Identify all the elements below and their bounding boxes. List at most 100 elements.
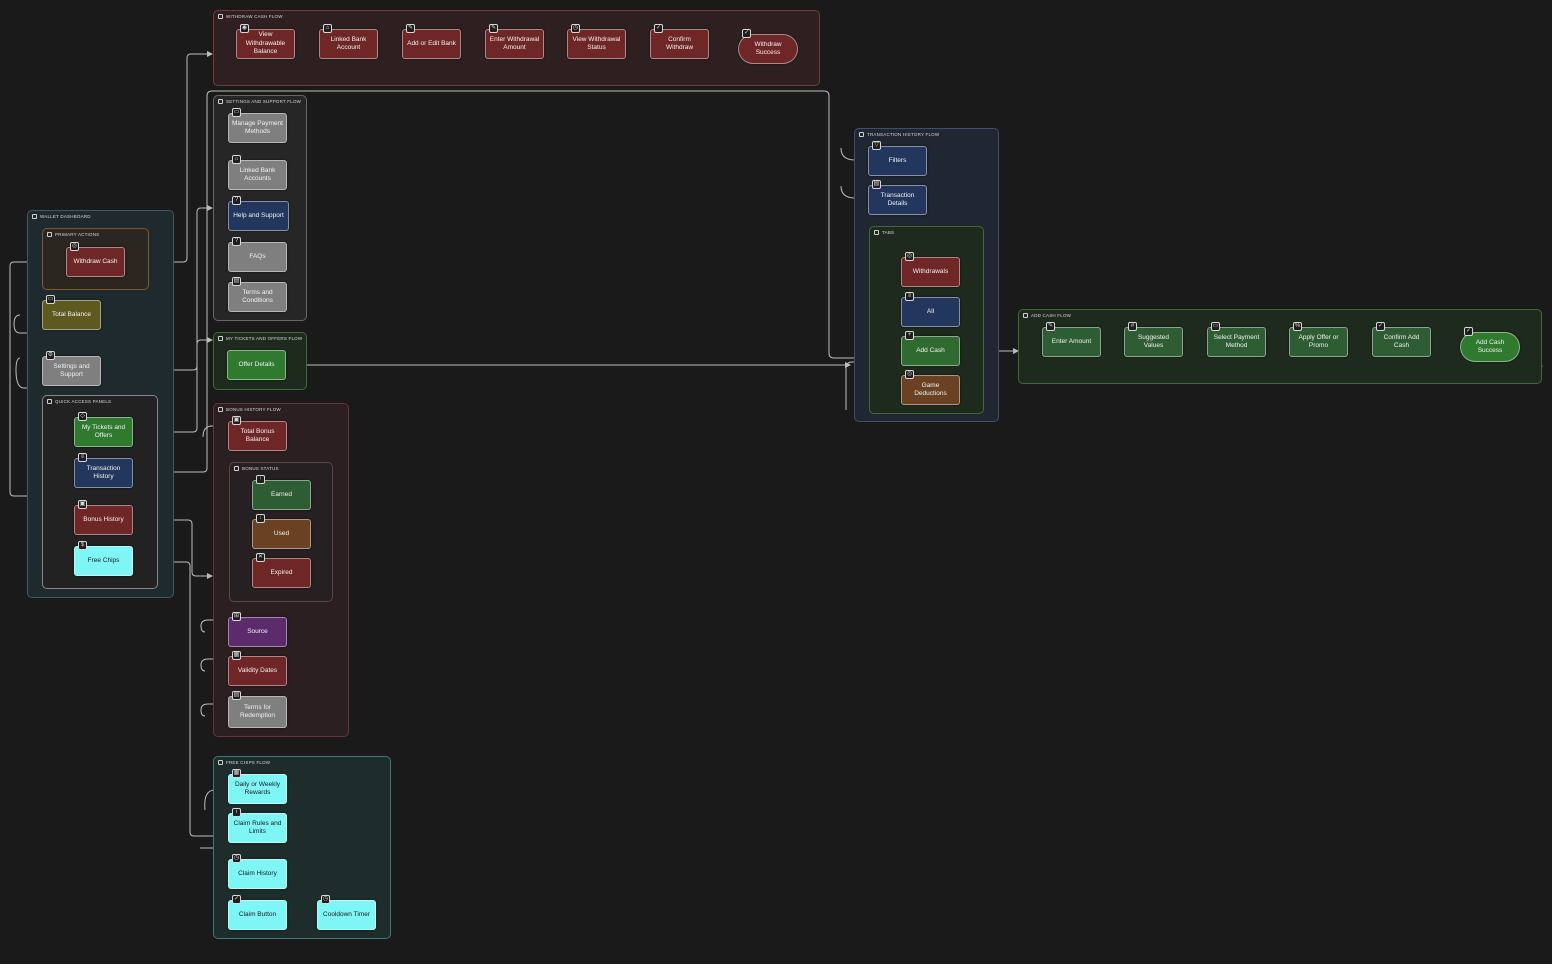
bonus-history-node[interactable]: ▣ Bonus History — [74, 500, 133, 535]
group-title: FREE CHIPS FLOW — [226, 760, 271, 765]
node-label: Suggested Values — [1137, 333, 1170, 350]
node-label: Help and Support — [233, 211, 284, 219]
node-label: Validity Dates — [237, 666, 278, 674]
group-title: ADD CASH FLOW — [1031, 313, 1072, 318]
node-label: Add Cash — [916, 346, 945, 354]
node-label: Add Cash Success — [1475, 338, 1505, 355]
total-bonus-balance-node[interactable]: ▣ Total Bonus Balance — [228, 416, 287, 451]
plus-icon: + — [905, 331, 914, 340]
node-label: Terms for Redemption — [239, 703, 276, 720]
add-edit-bank-node[interactable]: ✎ Add or Edit Bank — [402, 24, 461, 59]
suggested-values-node[interactable]: # Suggested Values — [1124, 322, 1183, 357]
claim-history-node[interactable]: ◷ Claim History — [228, 854, 287, 889]
gear-icon: ⚙ — [46, 351, 55, 360]
node-label: Select Payment Method — [1213, 333, 1260, 350]
terms-redemption-node[interactable]: ▤ Terms for Redemption — [228, 691, 287, 728]
node-label: Total Bonus Balance — [240, 427, 275, 444]
expired-node[interactable]: ✕ Expired — [252, 553, 311, 588]
help-support-node[interactable]: ? Help and Support — [228, 196, 289, 231]
edit-icon: ✎ — [406, 24, 415, 33]
node-label: Settings and Support — [53, 362, 90, 379]
tag-icon — [218, 336, 223, 341]
coin-icon — [218, 760, 223, 765]
enter-withdrawal-node[interactable]: ✎ Enter Withdrawal Amount — [485, 24, 544, 59]
source-node[interactable]: ⊞ Source — [228, 612, 287, 647]
node-label: Enter Withdrawal Amount — [489, 35, 540, 52]
close-icon: ✕ — [256, 553, 265, 562]
plus-icon — [1023, 313, 1028, 318]
question-icon: ? — [232, 237, 241, 246]
node-label: Transaction Details — [880, 191, 915, 208]
node-label: Bonus History — [83, 515, 124, 523]
node-label: Claim History — [238, 869, 277, 877]
linked-bank-accounts-node[interactable]: ⌂ Linked Bank Accounts — [228, 155, 287, 190]
my-tickets-node[interactable]: ◇ My Tickets and Offers — [74, 412, 133, 447]
node-label: My Tickets and Offers — [81, 423, 126, 440]
add-cash-tab-node[interactable]: + Add Cash — [901, 331, 960, 366]
node-label: Manage Payment Methods — [232, 119, 283, 136]
ticket-icon: ◇ — [78, 412, 87, 421]
bank-icon: ⌂ — [232, 155, 241, 164]
game-deductions-tab-node[interactable]: ◎ Game Deductions — [901, 370, 960, 405]
filters-node[interactable]: ▽ Filters — [868, 141, 927, 176]
withdrawals-tab-node[interactable]: ◎ Withdrawals — [901, 252, 960, 287]
transaction-history-node[interactable]: ≡ Transaction History — [74, 453, 133, 488]
linked-bank-account-node[interactable]: ⌂ Linked Bank Account — [319, 24, 378, 59]
pencil-icon: ✎ — [489, 24, 498, 33]
list-icon: ≡ — [78, 453, 87, 462]
node-label: Withdraw Cash — [73, 257, 118, 265]
add-cash-success-node[interactable]: ✓ Add Cash Success — [1460, 327, 1520, 362]
claim-rules-node[interactable]: i Claim Rules and Limits — [228, 808, 287, 843]
faqs-node[interactable]: ? FAQs — [228, 237, 287, 272]
confirm-withdraw-node[interactable]: ✓ Confirm Withdraw — [650, 24, 709, 59]
manage-payment-node[interactable]: ▭ Manage Payment Methods — [228, 108, 287, 143]
confirm-add-cash-node[interactable]: ✓ Confirm Add Cash — [1372, 322, 1431, 357]
gift-icon: ▣ — [78, 500, 87, 509]
check-icon: ✓ — [1464, 327, 1473, 336]
offer-details-node[interactable]: Offer Details — [227, 350, 286, 380]
total-balance-node[interactable]: ▭ Total Balance — [42, 295, 101, 330]
group-title: WALLET DASHBOARD — [40, 214, 91, 219]
daily-weekly-node[interactable]: ▦ Daily or Weekly Rewards — [228, 769, 287, 804]
earned-node[interactable]: ↑ Earned — [252, 475, 311, 510]
free-chips-node[interactable]: $ Free Chips — [74, 541, 133, 576]
source-icon: ⊞ — [232, 612, 241, 621]
validity-dates-node[interactable]: ▦ Validity Dates — [228, 651, 287, 686]
list-icon: ≡ — [905, 292, 914, 301]
coin-icon: $ — [78, 541, 87, 550]
node-label: Withdraw Success — [754, 40, 782, 57]
node-label: Apply Offer or Promo — [1298, 333, 1339, 350]
node-label: View Withdrawable Balance — [245, 31, 286, 56]
view-withdrawable-node[interactable]: ◉ View Withdrawable Balance — [236, 24, 295, 59]
home-icon — [32, 214, 37, 219]
info-icon: i — [232, 808, 241, 817]
terms-conditions-node[interactable]: ▤ Terms and Conditions — [228, 277, 287, 312]
claim-button-node[interactable]: ✓ Claim Button — [228, 895, 287, 930]
clock-icon: ◷ — [571, 24, 580, 33]
node-label: Expired — [270, 568, 293, 576]
card-icon: ▭ — [1211, 322, 1220, 331]
node-label: Daily or Weekly Rewards — [234, 780, 281, 797]
filter-icon: ▽ — [872, 141, 881, 150]
node-label: Claim Rules and Limits — [233, 819, 282, 836]
transaction-details-node[interactable]: ▤ Transaction Details — [868, 180, 927, 215]
apply-offer-node[interactable]: % Apply Offer or Promo — [1289, 322, 1348, 357]
all-tab-node[interactable]: ≡ All — [901, 292, 960, 327]
settings-support-node[interactable]: ⚙ Settings and Support — [42, 351, 101, 386]
node-label: Transaction History — [86, 464, 121, 481]
game-icon: ◎ — [905, 370, 914, 379]
list-icon — [859, 132, 864, 137]
node-label: Claim Button — [238, 910, 277, 918]
view-withdrawal-status-node[interactable]: ◷ View Withdrawal Status — [567, 24, 626, 59]
used-node[interactable]: ↓ Used — [252, 514, 311, 549]
node-label: Add or Edit Bank — [407, 39, 456, 47]
percent-icon: % — [1293, 322, 1302, 331]
cooldown-timer-node[interactable]: ◷ Cooldown Timer — [317, 895, 376, 930]
bolt-icon — [47, 232, 52, 237]
withdraw-cash-node[interactable]: ◎ Withdraw Cash — [66, 242, 125, 277]
enter-amount-node[interactable]: ✎ Enter Amount — [1042, 322, 1101, 357]
withdraw-success-node[interactable]: ✓ Withdraw Success — [738, 29, 798, 64]
select-payment-node[interactable]: ▭ Select Payment Method — [1207, 322, 1266, 357]
activity-icon — [234, 466, 239, 471]
check-icon: ✓ — [232, 895, 241, 904]
